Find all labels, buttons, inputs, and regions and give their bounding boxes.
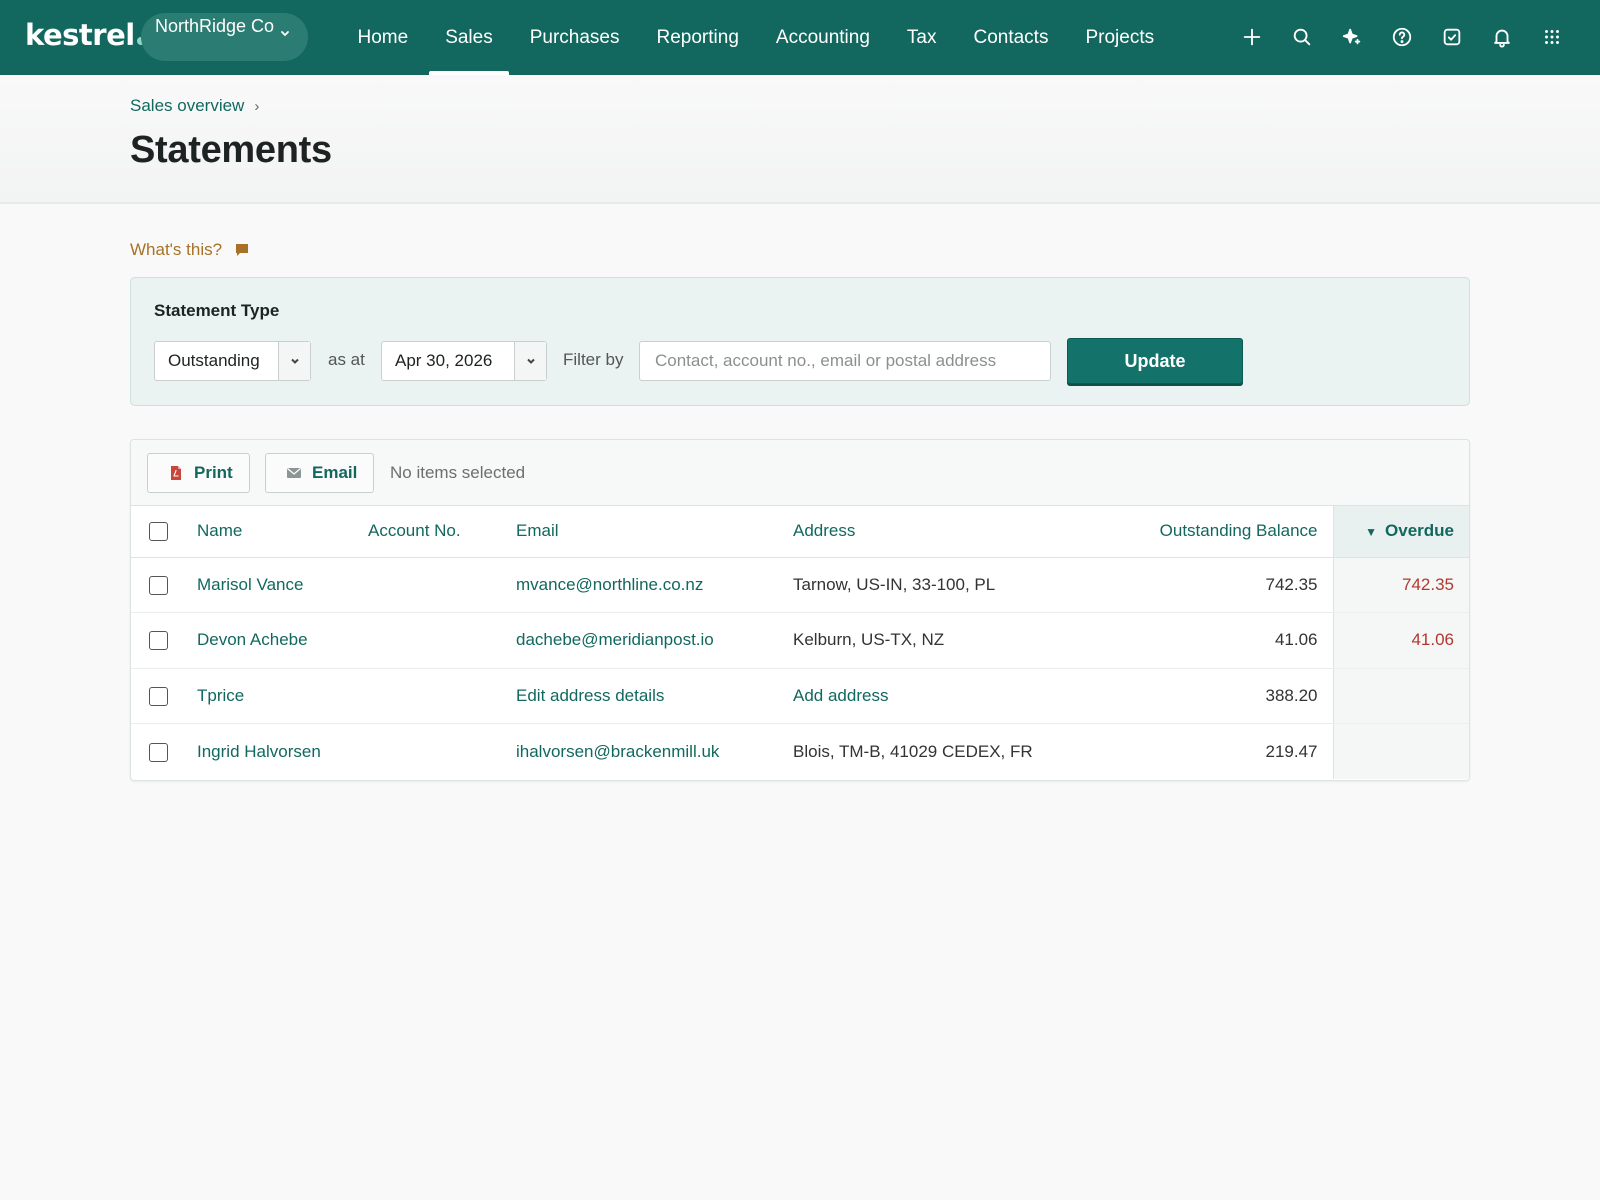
table-row: Devon Achebe dachebe@meridianpost.io Kel… <box>131 612 1469 669</box>
nav-actions <box>1240 25 1564 49</box>
table-header-row: Name Account No. Email Address Outstandi… <box>131 506 1469 558</box>
organisation-switcher[interactable]: NorthRidge Co <box>141 13 308 61</box>
table-toolbar: Print Email No items selected <box>131 440 1469 506</box>
row-select-cell <box>131 724 185 780</box>
chevron-down-icon <box>281 31 289 37</box>
statement-type-value: Outstanding <box>168 351 260 370</box>
overdue-cell: 742.35 <box>1332 557 1469 613</box>
page-title: Statements <box>130 129 332 171</box>
account-no-cell <box>368 724 516 780</box>
column-header-address[interactable]: Address <box>793 506 1133 558</box>
column-header-account-no[interactable]: Account No. <box>368 506 516 558</box>
statements-table: Name Account No. Email Address Outstandi… <box>131 506 1469 779</box>
select-all-cell <box>131 506 185 558</box>
statement-type-select[interactable]: Outstanding <box>154 341 311 381</box>
help-icon[interactable] <box>1390 25 1414 49</box>
apps-grid-icon[interactable] <box>1540 25 1564 49</box>
address-cell: Kelburn, US-TX, NZ <box>793 612 1133 669</box>
contact-name-link[interactable]: Ingrid Halvorsen <box>185 724 368 780</box>
nav-item-tax[interactable]: Tax <box>888 0 955 75</box>
print-button[interactable]: Print <box>147 453 250 493</box>
statement-type-label: Statement Type <box>154 301 280 320</box>
table-row: Ingrid Halvorsen ihalvorsen@brackenmill.… <box>131 723 1469 780</box>
row-checkbox[interactable] <box>149 686 168 706</box>
table-row: Marisol Vance mvance@northline.co.nz Tar… <box>131 557 1469 613</box>
breadcrumb-separator: › <box>254 98 260 115</box>
chevron-down-icon <box>278 342 310 380</box>
outstanding-balance-cell: 219.47 <box>1265 741 1318 761</box>
outstanding-balance-cell: 41.06 <box>1133 612 1333 669</box>
email-label: Email <box>312 463 358 482</box>
breadcrumb: Sales overview › <box>130 96 259 116</box>
filter-by-label: Filter by <box>563 350 624 369</box>
row-select-cell <box>131 557 185 613</box>
contact-name-link[interactable]: Tprice <box>185 668 368 724</box>
comment-icon <box>236 244 249 256</box>
add-address-link[interactable]: Add address <box>793 668 1133 724</box>
email-button[interactable]: Email <box>265 453 375 493</box>
overdue-cell: 41.06 <box>1332 612 1469 669</box>
email-link[interactable]: dachebe@meridianpost.io <box>516 612 793 669</box>
account-no-cell <box>368 557 516 613</box>
kestrel-logo[interactable]: kestrel <box>25 18 145 52</box>
overdue-cell <box>1332 723 1469 779</box>
organisation-name: NorthRidge Co <box>154 16 275 36</box>
sparkle-icon[interactable] <box>1340 25 1364 49</box>
nav-item-purchases[interactable]: Purchases <box>511 0 638 75</box>
nav-item-sales[interactable]: Sales <box>427 0 512 75</box>
date-select[interactable]: Apr 30, 2026 <box>381 341 547 381</box>
print-label: Print <box>194 463 233 482</box>
column-header-overdue[interactable]: ▼ Overdue <box>1332 506 1469 558</box>
selection-status: No items selected <box>390 463 526 482</box>
address-cell: Blois, TM-B, 41029 CEDEX, FR <box>793 741 1033 761</box>
column-header-email[interactable]: Email <box>516 506 793 558</box>
contact-name-link[interactable]: Marisol Vance <box>185 557 368 613</box>
address-cell: Tarnow, US-IN, 33-100, PL <box>793 557 1133 613</box>
top-navigation-bar: kestrel NorthRidge Co Home Sales Purchas… <box>0 0 1600 75</box>
page-header: Sales overview › Statements <box>0 75 1600 204</box>
row-select-cell <box>131 668 185 724</box>
envelope-icon <box>287 468 301 478</box>
email-link[interactable]: mvance@northline.co.nz <box>516 557 793 613</box>
tasks-icon[interactable] <box>1440 25 1464 49</box>
row-select-cell <box>131 612 185 669</box>
select-all-checkbox[interactable] <box>149 522 168 542</box>
column-header-outstanding-balance[interactable]: Outstanding Balance <box>1133 506 1333 558</box>
nav-item-home[interactable]: Home <box>339 0 427 75</box>
search-icon[interactable] <box>1290 25 1314 49</box>
row-checkbox[interactable] <box>149 575 168 595</box>
plus-icon[interactable] <box>1240 25 1264 49</box>
table-row: Tprice Edit address details Add address … <box>131 668 1469 724</box>
bell-icon[interactable] <box>1490 25 1514 49</box>
outstanding-balance-cell: 388.20 <box>1133 668 1333 724</box>
statement-filter-panel: Statement Type Outstanding as at Apr 30,… <box>130 277 1470 406</box>
row-checkbox[interactable] <box>149 631 168 651</box>
main-nav: Home Sales Purchases Reporting Accountin… <box>339 0 1173 75</box>
date-value: Apr 30, 2026 <box>395 351 493 370</box>
nav-item-accounting[interactable]: Accounting <box>757 0 888 75</box>
breadcrumb-sales-overview[interactable]: Sales overview <box>130 96 244 115</box>
column-header-name[interactable]: Name <box>185 506 368 558</box>
update-button[interactable]: Update <box>1067 338 1243 384</box>
statements-table-panel: Print Email No items selected Name Accou… <box>130 439 1470 781</box>
edit-address-details-link[interactable]: Edit address details <box>516 668 793 724</box>
nav-item-contacts[interactable]: Contacts <box>955 0 1067 75</box>
overdue-header-label: Overdue <box>1385 521 1454 541</box>
overdue-cell <box>1332 668 1469 724</box>
pdf-icon <box>171 466 181 480</box>
email-link[interactable]: ihalvorsen@brackenmill.uk <box>516 724 793 780</box>
outstanding-balance-cell: 742.35 <box>1133 557 1333 613</box>
as-at-label: as at <box>328 350 365 369</box>
sort-descending-icon: ▼ <box>1365 525 1378 540</box>
filter-search-input[interactable] <box>639 341 1051 381</box>
whats-this-label: What's this? <box>130 240 223 259</box>
contact-name-link[interactable]: Devon Achebe <box>185 612 368 669</box>
whats-this-link[interactable]: What's this? <box>130 240 250 260</box>
nav-item-projects[interactable]: Projects <box>1067 0 1173 75</box>
account-no-cell <box>368 612 516 669</box>
nav-item-reporting[interactable]: Reporting <box>638 0 757 75</box>
account-no-cell <box>368 668 516 724</box>
chevron-down-icon <box>514 342 546 380</box>
row-checkbox[interactable] <box>149 742 168 762</box>
